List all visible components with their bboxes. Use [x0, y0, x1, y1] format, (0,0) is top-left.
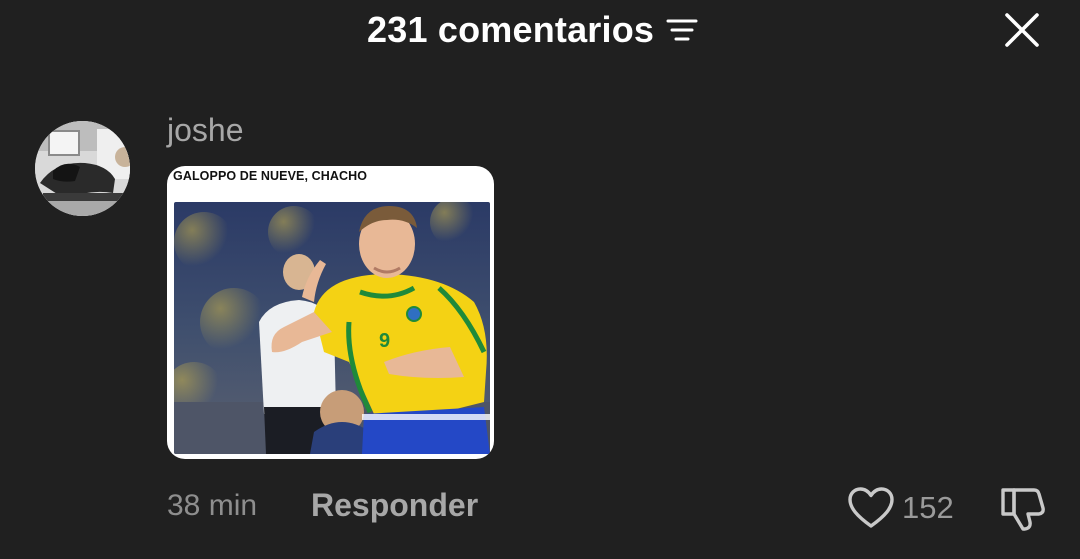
meme-photo: 9: [174, 202, 490, 454]
like-button[interactable]: [847, 486, 895, 530]
thumbs-down-icon: [1001, 488, 1045, 531]
heart-icon: [848, 487, 894, 528]
comment-time: 38 min: [167, 489, 258, 522]
header-title-group: 231 comentarios: [367, 8, 698, 52]
sort-icon[interactable]: [666, 16, 698, 44]
dislike-button[interactable]: [998, 486, 1048, 532]
comments-header: 231 comentarios: [0, 0, 1080, 64]
svg-text:9: 9: [379, 330, 390, 352]
like-count: 152: [902, 490, 954, 525]
comments-title: 231 comentarios: [367, 9, 655, 50]
reply-button[interactable]: Responder: [311, 485, 478, 525]
meme-caption: GALOPPO DE NUEVE, CHACHO: [173, 169, 368, 183]
close-button[interactable]: [1000, 8, 1044, 52]
avatar[interactable]: [35, 121, 130, 216]
comment-media-card[interactable]: GALOPPO DE NUEVE, CHACHO 9: [167, 166, 494, 459]
comment-username[interactable]: joshe: [167, 108, 244, 152]
close-icon: [1005, 13, 1039, 47]
